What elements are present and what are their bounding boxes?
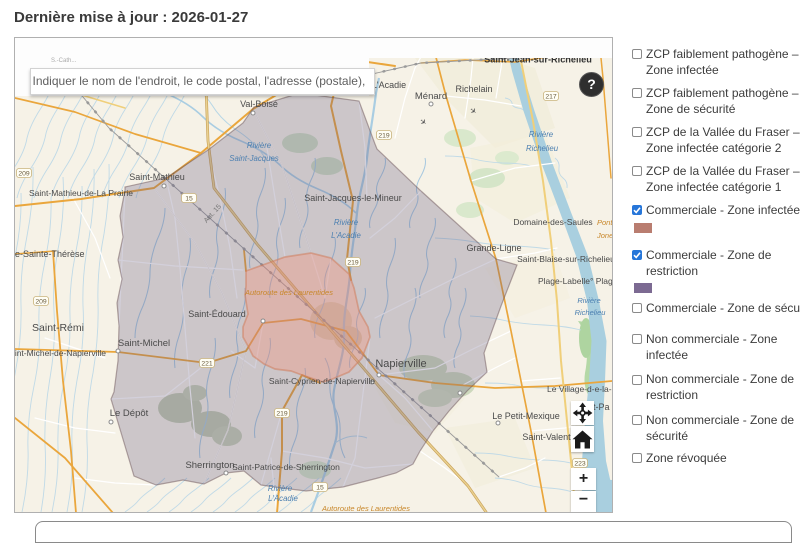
- svg-text:Ménard: Ménard: [415, 91, 447, 102]
- svg-text:Napierville: Napierville: [375, 358, 426, 370]
- svg-text:217: 217: [545, 94, 557, 101]
- svg-text:Saint-Michel: Saint-Michel: [118, 338, 170, 349]
- svg-text:Saint-Mathieu: Saint-Mathieu: [129, 172, 185, 182]
- svg-text:219: 219: [378, 133, 390, 140]
- svg-text:15: 15: [185, 196, 193, 203]
- svg-text:Val-Boisé: Val-Boisé: [240, 99, 278, 109]
- svg-text:Pont: Pont: [597, 218, 612, 227]
- svg-text:Richelain: Richelain: [455, 84, 492, 94]
- svg-text:Le Village-d-e-la-Bo: Le Village-d-e-la-Bo: [547, 384, 612, 394]
- svg-text:e-Sainte-Thérèse: e-Sainte-Thérèse: [15, 249, 85, 259]
- svg-text:Saint-Rémi: Saint-Rémi: [32, 322, 84, 334]
- svg-text:Richelieu: Richelieu: [526, 144, 559, 153]
- svg-text:Grande-Ligne: Grande-Ligne: [466, 243, 521, 253]
- svg-text:209: 209: [18, 171, 30, 178]
- svg-text:Saint-Cyprien-de-Napierville: Saint-Cyprien-de-Napierville: [269, 376, 376, 386]
- svg-text:Autoroute des Laurentides: Autoroute des Laurentides: [321, 504, 410, 512]
- svg-text:Domaine-des-Saules: Domaine-des-Saules: [513, 217, 592, 227]
- svg-text:Saint-Valentin: Saint-Valentin: [522, 432, 577, 442]
- svg-text:Sherrington: Sherrington: [185, 460, 234, 471]
- svg-text:Rivière: Rivière: [529, 130, 554, 139]
- svg-text:219: 219: [347, 260, 359, 267]
- svg-text:Le Dépôt: Le Dépôt: [110, 408, 149, 419]
- svg-text:219: 219: [276, 411, 288, 418]
- svg-text:Saint-Jacques-le-Mineur: Saint-Jacques-le-Mineur: [304, 193, 402, 203]
- svg-text:221: 221: [201, 361, 213, 368]
- svg-text:Rivière: Rivière: [334, 218, 359, 227]
- svg-text:Plage-Labelle° Plage: Plage-Labelle° Plage: [538, 276, 612, 286]
- svg-text:L'Acadie: L'Acadie: [372, 80, 406, 90]
- svg-text:Saint-Patrice-de-Sherrington: Saint-Patrice-de-Sherrington: [232, 462, 340, 472]
- svg-text:Richelieu: Richelieu: [575, 308, 607, 317]
- svg-text:Rivière: Rivière: [247, 141, 272, 150]
- svg-text:Saint-Mathieu-de-La Prairie: Saint-Mathieu-de-La Prairie: [29, 188, 133, 198]
- svg-text:Saint-Michel-de-Napierville: Saint-Michel-de-Napierville: [15, 348, 106, 358]
- svg-text:15: 15: [316, 485, 324, 492]
- svg-text:L'Acadie: L'Acadie: [331, 231, 361, 240]
- svg-text:Autoroute des Laurentides: Autoroute des Laurentides: [244, 288, 333, 297]
- svg-text:209: 209: [35, 299, 47, 306]
- svg-text:Rivière: Rivière: [268, 484, 293, 493]
- svg-text:Le Petit-Mexique: Le Petit-Mexique: [492, 411, 560, 421]
- svg-text:Jone: Jone: [596, 231, 612, 240]
- svg-text:Saint-Jacques: Saint-Jacques: [229, 154, 279, 163]
- svg-text:t-Pa: t-Pa: [593, 402, 610, 412]
- svg-text:Saint-Blaise-sur-Richelieu: Saint-Blaise-sur-Richelieu: [517, 254, 612, 264]
- svg-text:L'Acadie: L'Acadie: [268, 494, 298, 503]
- svg-text:Rivière: Rivière: [577, 296, 600, 305]
- svg-text:223: 223: [574, 461, 586, 468]
- svg-text:Saint-Édouard: Saint-Édouard: [188, 309, 246, 319]
